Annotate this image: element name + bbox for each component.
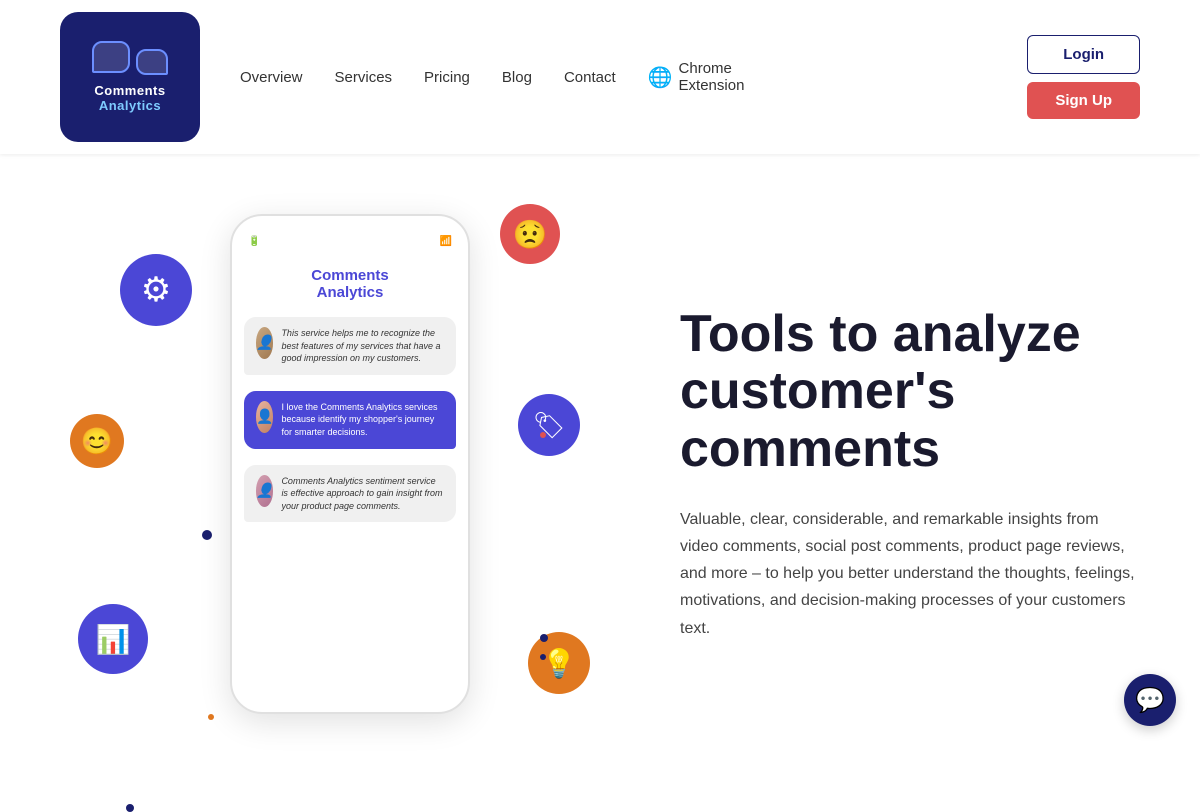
chart-icon: 📊 — [78, 604, 148, 674]
dot-3 — [540, 634, 548, 642]
sad-emoji-icon: 😟 — [500, 204, 560, 264]
avatar-3: 👤 — [256, 475, 273, 507]
phone-wifi-icon: 📶 — [440, 236, 452, 247]
logo-text-comments: Comments — [94, 83, 165, 98]
avatar-2: 👤 — [256, 401, 273, 433]
bulb-icon: 💡 — [528, 632, 590, 694]
phone-app-title: Comments Analytics — [232, 259, 468, 317]
auth-buttons: Login Sign Up — [1027, 35, 1140, 119]
nav-contact[interactable]: Contact — [564, 69, 616, 86]
logo-bubble-right — [136, 49, 168, 75]
chat-comment-1: 👤 This service helps me to recognize the… — [244, 317, 456, 375]
comment-text-3: Comments Analytics sentiment service is … — [281, 475, 444, 513]
phone-status-bar: 🔋 📶 — [232, 236, 468, 259]
dot-6 — [208, 714, 214, 720]
main-nav: Overview Services Pricing Blog Contact 🌐… — [240, 60, 1027, 94]
dot-5 — [126, 804, 134, 812]
nav-services[interactable]: Services — [335, 69, 393, 86]
tag-icon: 🏷 — [518, 394, 580, 456]
chat-widget-button[interactable]: 💬 — [1124, 674, 1176, 726]
comment-text-2: I love the Comments Analytics services b… — [281, 401, 444, 439]
chrome-icon: 🌐 — [648, 65, 673, 90]
chat-comment-3: 👤 Comments Analytics sentiment service i… — [244, 465, 456, 523]
logo-bubble-left — [92, 41, 130, 73]
signup-button[interactable]: Sign Up — [1027, 82, 1140, 119]
nav-overview[interactable]: Overview — [240, 69, 303, 86]
happy-emoji-icon: 😊 — [70, 414, 124, 468]
phone-mockup: 🔋 📶 Comments Analytics 👤 This service he… — [230, 214, 470, 714]
nav-pricing[interactable]: Pricing — [424, 69, 470, 86]
login-button[interactable]: Login — [1027, 35, 1140, 74]
logo[interactable]: Comments Analytics — [60, 12, 200, 142]
gear-icon: ⚙ — [120, 254, 192, 326]
logo-text-analytics: Analytics — [99, 98, 161, 113]
comment-text-1: This service helps me to recognize the b… — [281, 327, 444, 365]
hero-description: Valuable, clear, considerable, and remar… — [680, 506, 1140, 642]
dot-4 — [540, 654, 546, 660]
hero-title: Tools to analyze customer's comments — [680, 306, 1140, 478]
chrome-label: Chrome Extension — [679, 60, 745, 94]
dot-2 — [540, 432, 546, 438]
nav-blog[interactable]: Blog — [502, 69, 532, 86]
hero-content: Tools to analyze customer's comments Val… — [680, 306, 1140, 642]
illustration-area: ⚙ 😟 😊 📊 🏷 💡 🔋 📶 — [60, 194, 620, 754]
dot-1 — [202, 530, 212, 540]
avatar-1: 👤 — [256, 327, 273, 359]
header: Comments Analytics Overview Services Pri… — [0, 0, 1200, 154]
hero-section: ⚙ 😟 😊 📊 🏷 💡 🔋 📶 — [0, 154, 1200, 794]
phone-battery-icon: 🔋 — [248, 236, 260, 247]
chat-widget-icon: 💬 — [1135, 686, 1165, 715]
nav-chrome-extension[interactable]: 🌐 Chrome Extension — [648, 60, 745, 94]
chat-comment-2: 👤 I love the Comments Analytics services… — [244, 391, 456, 449]
